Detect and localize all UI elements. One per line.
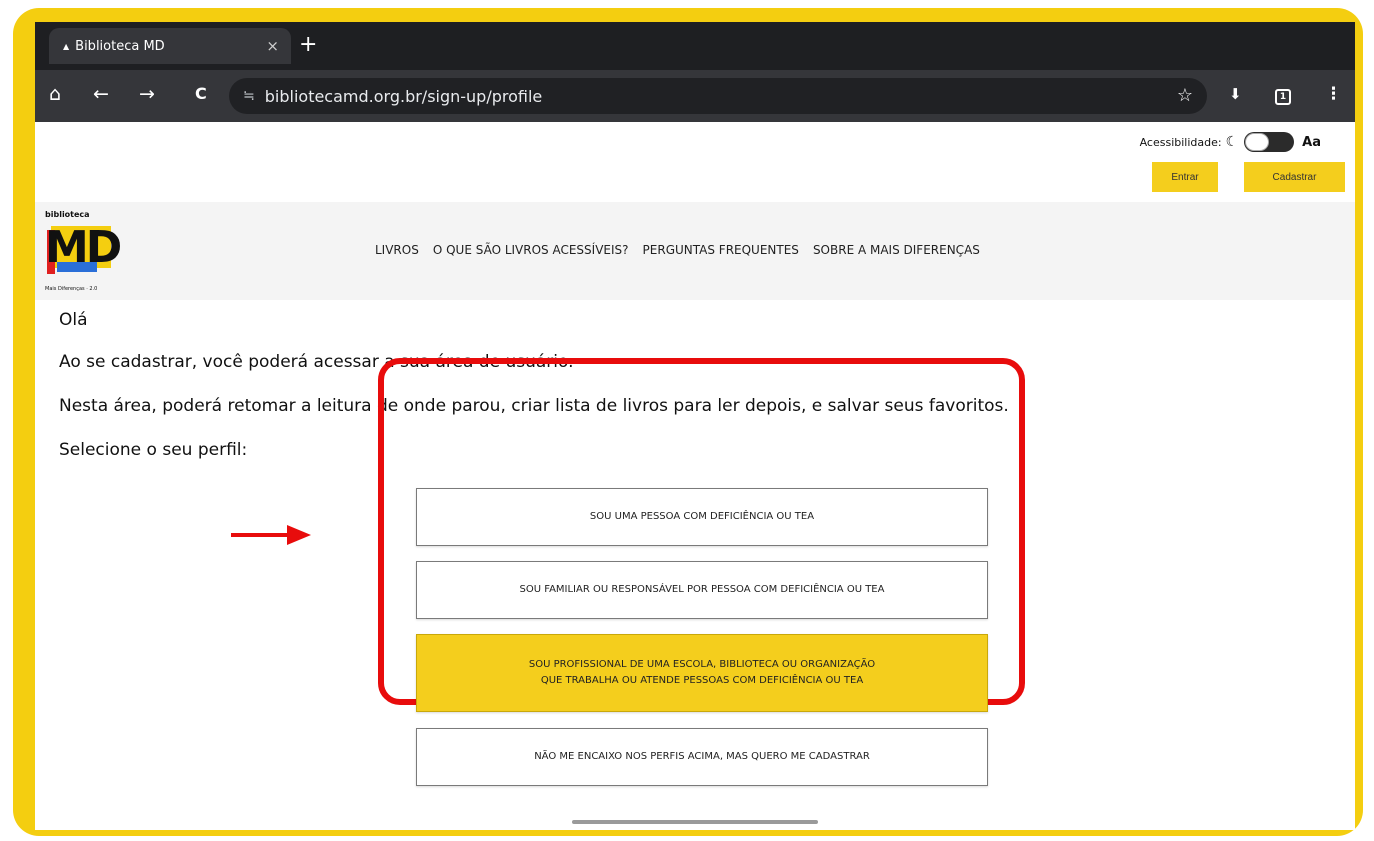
- address-bar[interactable]: ≒ bibliotecamd.org.br/sign-up/profile ☆: [229, 78, 1207, 114]
- text-size-button[interactable]: Aa: [1302, 135, 1321, 150]
- arrow-head: [287, 525, 311, 545]
- back-icon[interactable]: ←: [93, 82, 109, 106]
- dark-mode-toggle[interactable]: [1244, 132, 1295, 152]
- toggle-knob: [1245, 133, 1270, 151]
- profile-option-outro[interactable]: NÃO ME ENCAIXO NOS PERFIS ACIMA, MAS QUE…: [416, 728, 988, 786]
- nav-item-sobre[interactable]: SOBRE A MAIS DIFERENÇAS: [813, 243, 980, 257]
- mic-icon[interactable]: ⬇: [1229, 82, 1242, 106]
- forward-icon[interactable]: →: [139, 82, 155, 106]
- nav-item-perguntas[interactable]: PERGUNTAS FREQUENTES: [643, 243, 799, 257]
- main-nav: LIVROS O QUE SÃO LIVROS ACESSÍVEIS? PERG…: [375, 243, 994, 257]
- tab-title: Biblioteca MD: [75, 38, 165, 54]
- tab-switcher-icon[interactable]: 1: [1275, 82, 1291, 106]
- tab-close-icon[interactable]: ×: [266, 37, 279, 55]
- profile-option-label: NÃO ME ENCAIXO NOS PERFIS ACIMA, MAS QUE…: [534, 751, 870, 762]
- login-button[interactable]: Entrar: [1152, 162, 1218, 192]
- logo-letters: MD: [45, 222, 122, 273]
- profile-option-profissional[interactable]: SOU PROFISSIONAL DE UMA ESCOLA, BIBLIOTE…: [416, 634, 988, 712]
- profile-option-line-1: SOU PROFISSIONAL DE UMA ESCOLA, BIBLIOTE…: [528, 659, 876, 670]
- profile-option-label: SOU PROFISSIONAL DE UMA ESCOLA, BIBLIOTE…: [529, 657, 875, 689]
- menu-icon[interactable]: ⋮: [1325, 82, 1342, 106]
- nav-item-livros[interactable]: LIVROS: [375, 243, 419, 257]
- dark-mode-icon: ☾: [1225, 134, 1239, 150]
- reload-icon[interactable]: C: [195, 82, 207, 106]
- url-text: bibliotecamd.org.br/sign-up/profile: [264, 86, 543, 106]
- profile-option-line-2: QUE TRABALHA OU ATENDE PESSOAS COM DEFIC…: [540, 675, 864, 686]
- profile-option-familiar[interactable]: SOU FAMILIAR OU RESPONSÁVEL POR PESSOA C…: [416, 561, 988, 619]
- nav-item-livros-acessiveis[interactable]: O QUE SÃO LIVROS ACESSÍVEIS?: [433, 243, 629, 257]
- profile-option-label: SOU FAMILIAR OU RESPONSÁVEL POR PESSOA C…: [519, 584, 885, 595]
- site-header: biblioteca MD Mais Diferenças · 2.0 LIVR…: [35, 202, 1355, 300]
- pointer-arrow-icon: [231, 525, 313, 545]
- accessibility-label: Acessibilidade:: [1139, 135, 1222, 149]
- site-settings-icon[interactable]: ≒: [243, 88, 255, 104]
- browser-toolbar: ⌂ ← → C ≒ bibliotecamd.org.br/sign-up/pr…: [35, 70, 1355, 122]
- site-logo[interactable]: biblioteca MD Mais Diferenças · 2.0: [45, 210, 122, 294]
- new-tab-icon[interactable]: +: [299, 32, 317, 57]
- device-screen: ▲ Biblioteca MD × + ⌂ ← → C ≒ biblioteca…: [35, 22, 1355, 830]
- profile-option-pcd[interactable]: SOU UMA PESSOA COM DEFICIÊNCIA OU TEA: [416, 488, 988, 546]
- logo-tagline: Mais Diferenças · 2.0: [45, 286, 98, 292]
- arrow-shaft: [231, 533, 289, 537]
- select-profile-label: Selecione o seu perfil:: [59, 440, 248, 460]
- bookmark-star-icon[interactable]: ☆: [1177, 85, 1193, 106]
- browser-tab[interactable]: ▲ Biblioteca MD ×: [49, 28, 291, 64]
- signup-button[interactable]: Cadastrar: [1244, 162, 1345, 192]
- tab-count: 1: [1275, 89, 1291, 105]
- browser-tab-bar: ▲ Biblioteca MD × +: [35, 22, 1355, 70]
- accessibility-bar: Acessibilidade: ☾ Aa: [1140, 132, 1321, 152]
- profile-option-label: SOU UMA PESSOA COM DEFICIÊNCIA OU TEA: [589, 511, 815, 522]
- home-indicator[interactable]: [572, 820, 818, 824]
- greeting: Olá: [59, 310, 88, 330]
- logo-top-word: biblioteca: [45, 210, 90, 219]
- tab-favicon-icon: ▲: [63, 41, 70, 51]
- home-icon[interactable]: ⌂: [49, 82, 61, 106]
